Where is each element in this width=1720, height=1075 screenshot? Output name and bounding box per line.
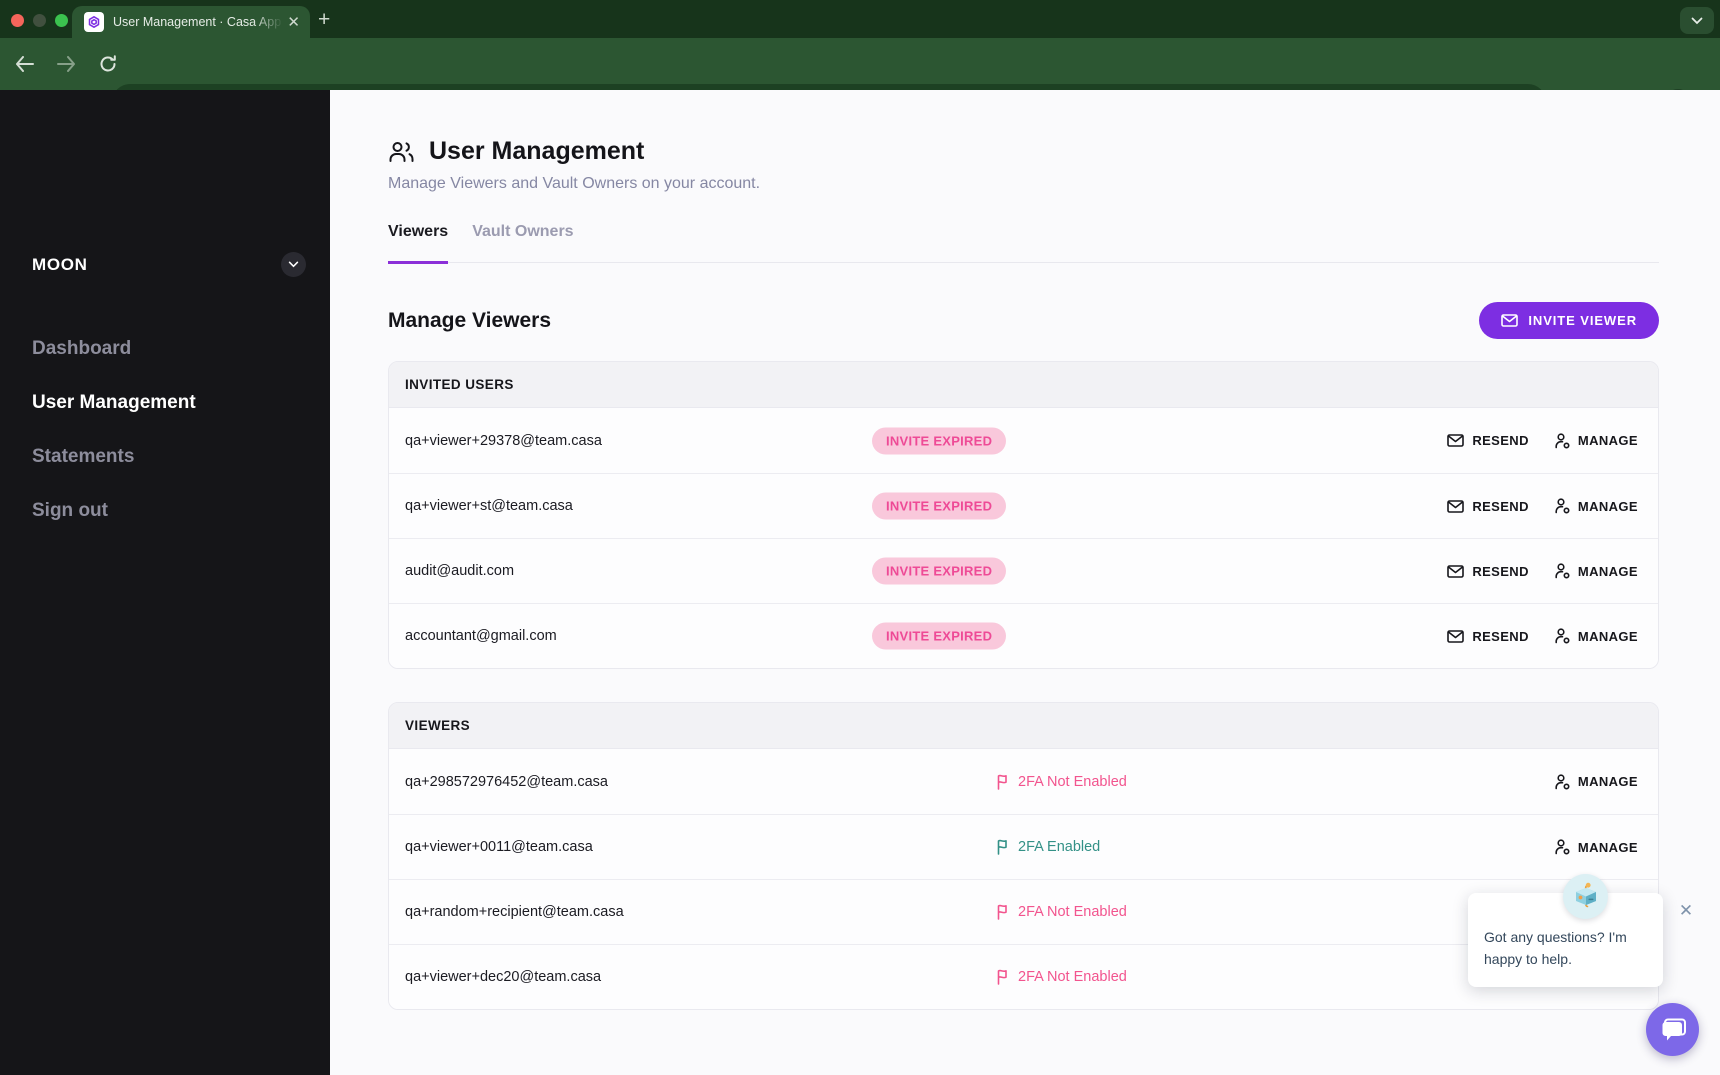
manage-button[interactable]: MANAGE xyxy=(1555,628,1638,644)
invite-viewer-button[interactable]: INVITE VIEWER xyxy=(1479,302,1659,339)
resend-button[interactable]: RESEND xyxy=(1447,433,1529,448)
tab-vault-owners[interactable]: Vault Owners xyxy=(472,223,573,262)
table-row: accountant@gmail.com INVITE EXPIRED RESE… xyxy=(389,603,1658,668)
invite-expired-badge: INVITE EXPIRED xyxy=(872,622,1007,650)
chevron-down-icon xyxy=(288,261,299,268)
invite-expired-badge: INVITE EXPIRED xyxy=(872,427,1007,454)
viewer-email: qa+viewer+0011@team.casa xyxy=(405,839,593,855)
window-close-button[interactable] xyxy=(11,14,24,27)
viewers-header: VIEWERS xyxy=(389,703,1658,749)
chat-launcher-button[interactable] xyxy=(1646,1003,1699,1056)
manage-user-icon xyxy=(1555,498,1570,514)
invite-expired-badge: INVITE EXPIRED xyxy=(872,557,1007,585)
manage-button[interactable]: MANAGE xyxy=(1555,498,1638,514)
table-row: qa+viewer+29378@team.casa INVITE EXPIRED… xyxy=(389,408,1658,473)
resend-button[interactable]: RESEND xyxy=(1447,564,1529,579)
bot-cube-icon xyxy=(1575,882,1596,907)
viewer-email: qa+random+recipient@team.casa xyxy=(405,904,624,920)
window-zoom-button[interactable] xyxy=(55,14,68,27)
flag-icon xyxy=(997,839,1007,855)
manage-user-icon xyxy=(1555,432,1570,449)
mail-icon xyxy=(1447,434,1465,447)
back-button[interactable] xyxy=(10,50,38,78)
tab-close-icon[interactable]: ✕ xyxy=(287,15,300,30)
invited-users-header: INVITED USERS xyxy=(389,362,1658,408)
flag-icon xyxy=(997,969,1007,985)
twofa-status: 2FA Not Enabled xyxy=(996,774,1127,790)
browser-tab-strip: User Management · Casa App ✕ + xyxy=(0,0,1720,38)
chat-bot-avatar xyxy=(1563,874,1608,919)
manage-button[interactable]: MANAGE xyxy=(1555,839,1638,855)
table-row: qa+298572976452@team.casa 2FA Not Enable… xyxy=(389,749,1658,814)
page-subtitle: Manage Viewers and Vault Owners on your … xyxy=(388,175,761,192)
manage-button[interactable]: MANAGE xyxy=(1555,432,1638,449)
viewer-email: qa+298572976452@team.casa xyxy=(405,773,608,790)
table-row: qa+viewer+0011@team.casa 2FA Enabled MAN… xyxy=(389,814,1658,879)
browser-tab-title: User Management · Casa App xyxy=(113,15,282,29)
page-title: User Management xyxy=(429,137,645,165)
twofa-status: 2FA Not Enabled xyxy=(996,969,1127,985)
tab-bar: Viewers Vault Owners xyxy=(388,223,1659,264)
browser-toolbar: app-stg.keys.casa/enterprise-admin/b7cff… xyxy=(0,38,1720,120)
new-tab-button[interactable]: + xyxy=(318,8,330,32)
mail-icon xyxy=(1447,629,1465,643)
chevron-down-icon xyxy=(1691,17,1703,24)
manage-user-icon xyxy=(1555,773,1570,790)
flag-icon xyxy=(997,904,1007,920)
resend-button[interactable]: RESEND xyxy=(1447,629,1529,644)
mail-icon xyxy=(1501,314,1519,327)
sidebar: MOON Dashboard User Management Statement… xyxy=(0,90,330,1075)
mail-icon xyxy=(1447,564,1465,578)
casa-favicon-icon xyxy=(84,12,104,32)
forward-button[interactable] xyxy=(52,50,80,78)
invited-email: qa+viewer+29378@team.casa xyxy=(405,432,602,449)
manage-button[interactable]: MANAGE xyxy=(1555,773,1638,790)
org-name: MOON xyxy=(32,254,88,274)
reload-button[interactable] xyxy=(94,50,122,78)
invited-email: qa+viewer+st@team.casa xyxy=(405,498,573,514)
manage-user-icon xyxy=(1555,628,1570,644)
org-switcher[interactable]: MOON xyxy=(32,252,306,277)
section-title: Manage Viewers xyxy=(388,308,552,332)
twofa-status: 2FA Not Enabled xyxy=(996,904,1127,920)
tab-viewers[interactable]: Viewers xyxy=(388,223,449,264)
window-minimize-button[interactable] xyxy=(33,14,46,27)
chat-bubbles-icon xyxy=(1662,1018,1686,1040)
flag-icon xyxy=(997,774,1007,790)
sidebar-item-user-management[interactable]: User Management xyxy=(32,392,196,414)
invited-email: accountant@gmail.com xyxy=(405,628,557,644)
sidebar-item-dashboard[interactable]: Dashboard xyxy=(32,338,196,360)
manage-user-icon xyxy=(1555,839,1570,855)
browser-tab[interactable]: User Management · Casa App ✕ xyxy=(72,6,310,38)
mail-icon xyxy=(1447,499,1465,513)
window-controls[interactable] xyxy=(11,14,68,27)
invited-email: audit@audit.com xyxy=(405,563,515,579)
users-icon xyxy=(389,141,414,162)
invited-users-table: INVITED USERS qa+viewer+29378@team.casa … xyxy=(388,361,1659,669)
resend-button[interactable]: RESEND xyxy=(1447,499,1529,514)
twofa-status: 2FA Enabled xyxy=(996,839,1100,855)
invite-expired-badge: INVITE EXPIRED xyxy=(872,492,1007,520)
chat-close-icon[interactable]: ✕ xyxy=(1676,901,1696,921)
chat-message-text: Got any questions? I'm happy to help. xyxy=(1484,929,1627,967)
sidebar-item-statements[interactable]: Statements xyxy=(32,446,196,468)
manage-user-icon xyxy=(1555,563,1570,579)
table-row: qa+viewer+st@team.casa INVITE EXPIRED RE… xyxy=(389,473,1658,538)
viewer-email: qa+viewer+dec20@team.casa xyxy=(405,969,602,985)
sidebar-item-sign-out[interactable]: Sign out xyxy=(32,500,196,522)
manage-button[interactable]: MANAGE xyxy=(1555,563,1638,579)
table-row: audit@audit.com INVITE EXPIRED RESEND MA… xyxy=(389,538,1658,603)
org-switcher-button[interactable] xyxy=(281,252,306,277)
tab-search-button[interactable] xyxy=(1680,7,1714,34)
